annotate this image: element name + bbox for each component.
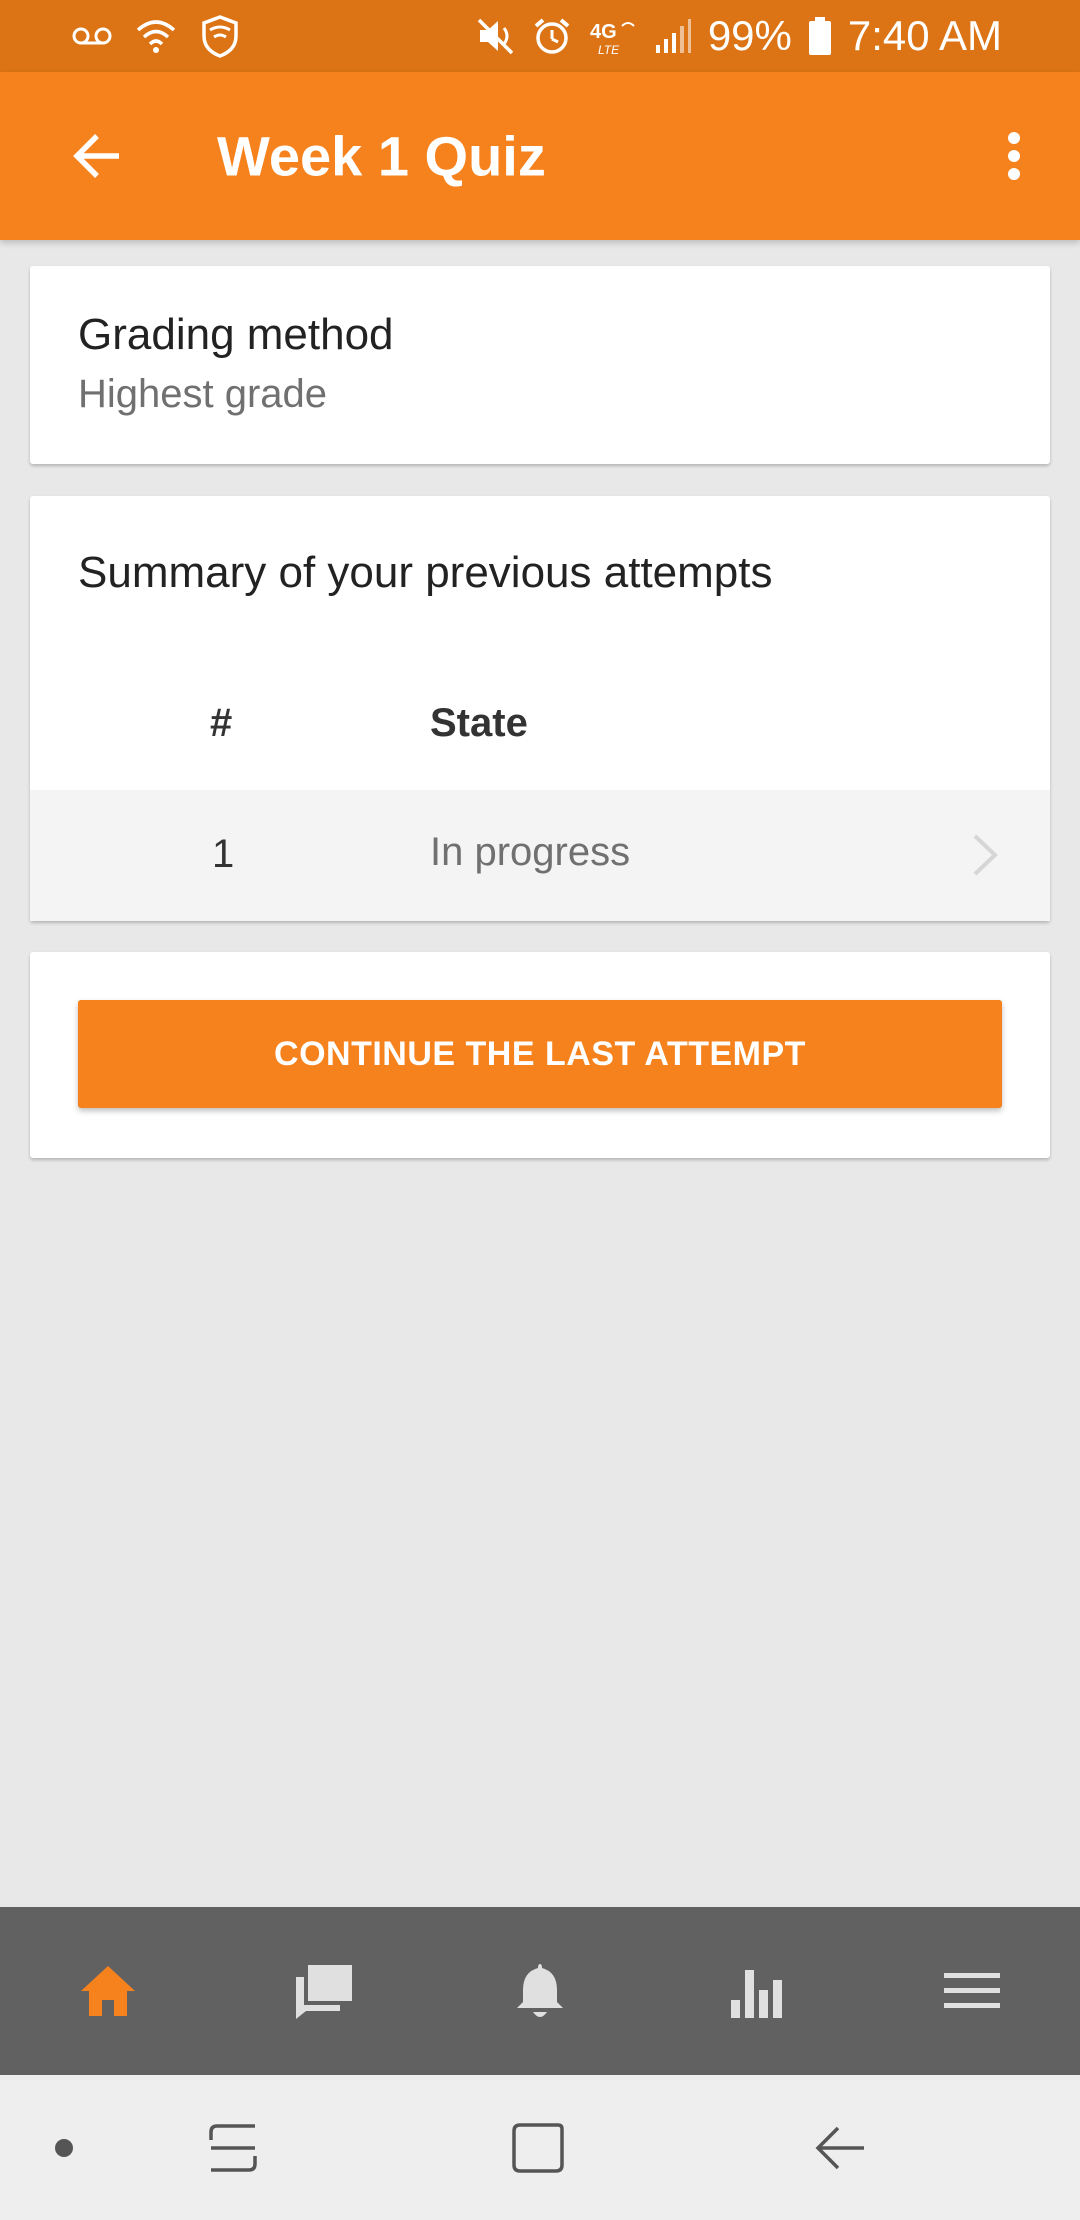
- back-button[interactable]: [62, 121, 132, 191]
- status-left-icons: [72, 14, 240, 58]
- table-row[interactable]: 1 In progress: [30, 790, 1050, 921]
- summary-title: Summary of your previous attempts: [78, 548, 773, 597]
- continue-attempt-button[interactable]: CONTINUE THE LAST ATTEMPT: [78, 1000, 1002, 1108]
- grading-method-value: Highest grade: [78, 372, 328, 416]
- chevron-right-icon: [964, 830, 1004, 880]
- menu-icon: [944, 1973, 1000, 2008]
- grading-method-label: Grading method: [78, 310, 394, 359]
- notifications-icon: [517, 1964, 563, 2017]
- home-icon: [81, 1966, 135, 2016]
- battery-percent: 99%: [707, 12, 792, 59]
- svg-text:LTE: LTE: [598, 43, 620, 56]
- attempt-state: In progress: [430, 830, 631, 874]
- arrow-left-icon: [73, 134, 119, 178]
- column-header-state: State: [430, 701, 528, 745]
- system-navigation-bar: [0, 2075, 1080, 2220]
- more-options-button[interactable]: [984, 116, 1044, 196]
- battery-icon: [808, 16, 832, 56]
- nav-home[interactable]: [0, 1907, 216, 2075]
- app-bar: Week 1 Quiz: [0, 72, 1080, 240]
- status-bar: 4G LTE 99% 7:40 AM: [0, 0, 1080, 72]
- nav-menu[interactable]: [864, 1907, 1080, 2075]
- clock: 7:40 AM: [847, 12, 1002, 59]
- svg-text:4G: 4G: [590, 21, 617, 43]
- system-back-icon: [815, 2126, 864, 2169]
- action-card: CONTINUE THE LAST ATTEMPT: [30, 952, 1050, 1158]
- column-header-number: #: [210, 701, 233, 745]
- grades-icon: [731, 1970, 782, 2018]
- attempt-number: 1: [212, 832, 235, 876]
- nav-messages[interactable]: [216, 1907, 432, 2075]
- page-title: Week 1 Quiz: [217, 124, 546, 188]
- recent-apps-icon: [209, 2123, 257, 2172]
- bottom-navigation: [0, 1907, 1080, 2075]
- system-back-button[interactable]: [812, 2120, 868, 2176]
- wifi-icon: [134, 16, 178, 56]
- nav-notifications[interactable]: [432, 1907, 648, 2075]
- signal-icon: [654, 17, 692, 55]
- home-system-button[interactable]: [508, 2119, 566, 2177]
- messages-icon: [296, 1965, 352, 2019]
- attempts-summary-card: Summary of your previous attempts # Stat…: [30, 496, 1050, 921]
- lte-icon: 4G LTE: [588, 16, 638, 56]
- status-right-icons: 4G LTE 99% 7:40 AM: [476, 12, 1002, 60]
- more-vertical-icon: [1008, 132, 1020, 180]
- mute-icon: [476, 16, 516, 56]
- alarm-icon: [532, 16, 572, 56]
- recent-apps-button[interactable]: [205, 2120, 261, 2176]
- dot-indicator-icon: [54, 2138, 74, 2158]
- home-square-icon: [512, 2122, 564, 2173]
- shield-icon: [200, 14, 240, 58]
- grading-method-card: Grading method Highest grade: [30, 266, 1050, 464]
- voicemail-icon: [72, 24, 112, 48]
- nav-grades[interactable]: [648, 1907, 864, 2075]
